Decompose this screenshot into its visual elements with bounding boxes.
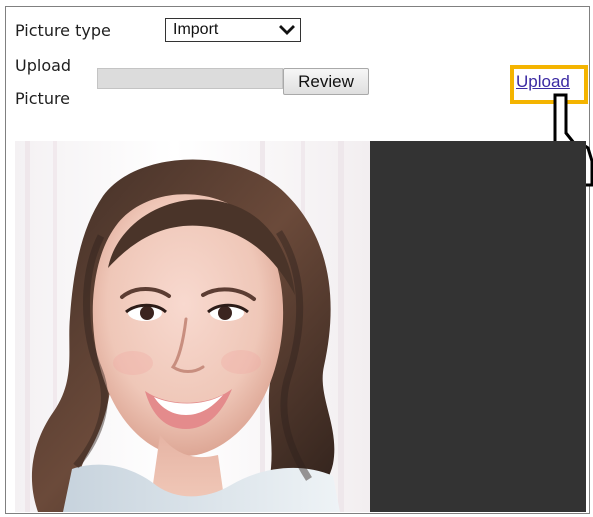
upload-picture-label-line2: Picture [15,89,71,108]
picture-type-value: Import [173,21,219,38]
picture-type-select[interactable]: Import [165,18,301,42]
picture-preview-area [15,141,586,512]
file-path-field[interactable] [97,68,283,89]
review-button[interactable]: Review [283,68,369,95]
portrait-image [15,141,370,512]
upload-link[interactable]: Upload [516,72,570,92]
chevron-down-icon [279,25,295,35]
picture-type-label: Picture type [15,21,111,40]
upload-picture-label-line1: Upload [15,56,72,75]
preview-dark-background [370,141,586,512]
